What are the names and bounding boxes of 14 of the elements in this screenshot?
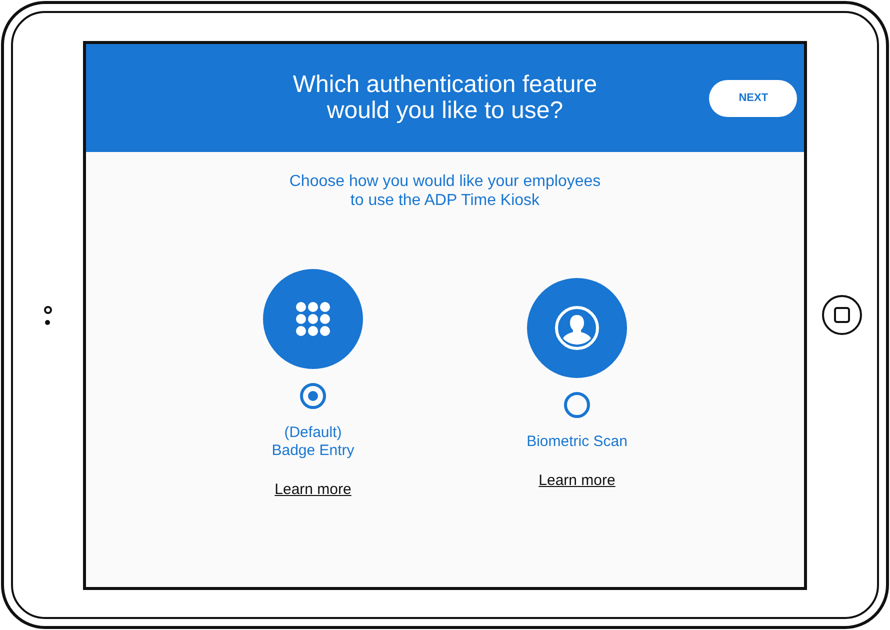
instruction-text: Choose how you would like your employees to use the ADP Time Kiosk xyxy=(288,172,602,210)
page-title: Which authentication feature would you like to use? xyxy=(292,72,598,124)
radio-button[interactable] xyxy=(564,392,590,418)
option-label: (Default) Badge Entry xyxy=(272,424,354,460)
home-button[interactable] xyxy=(822,295,862,335)
keypad-icon xyxy=(295,300,331,336)
option-label: Biometric Scan xyxy=(526,432,628,450)
sensor-icon xyxy=(45,320,50,324)
learn-more-link[interactable]: Learn more xyxy=(274,480,352,498)
camera-icon xyxy=(44,306,52,314)
next-button[interactable]: NEXT xyxy=(709,80,798,116)
user-icon xyxy=(554,304,600,350)
learn-more-link[interactable]: Learn more xyxy=(538,472,616,488)
radio-button[interactable] xyxy=(300,382,326,408)
